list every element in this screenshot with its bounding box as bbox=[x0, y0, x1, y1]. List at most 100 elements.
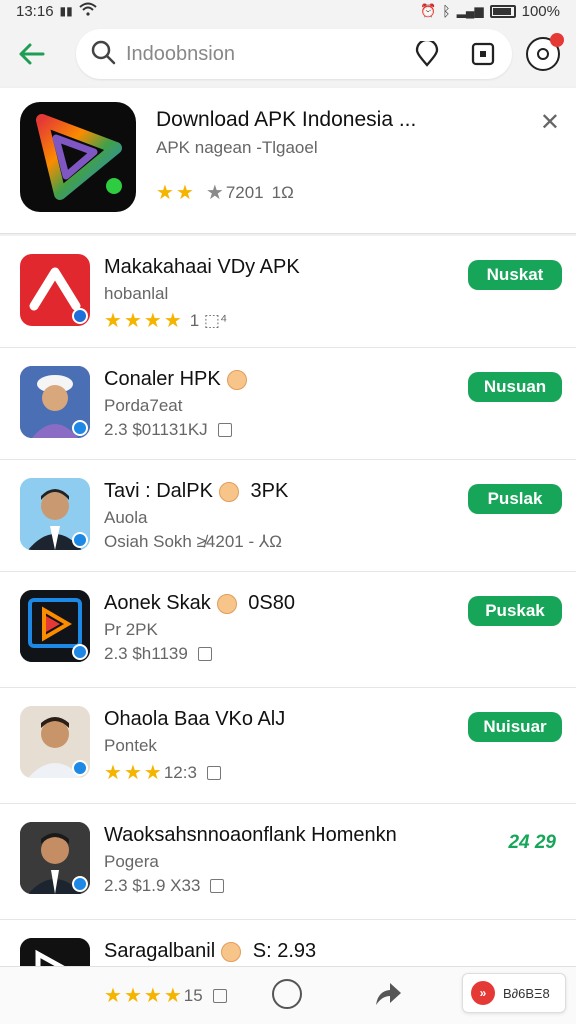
app-title: Waoksahsnnoaonflank Homenkn bbox=[104, 824, 397, 846]
app-meta-text: 1 ⬚⁴ bbox=[189, 310, 228, 330]
list-item[interactable]: Ohaola Baa VKo AlJ Pontek ★ ★ ★ 12:3 Nui… bbox=[0, 688, 576, 804]
notification-badge bbox=[550, 33, 564, 47]
verified-badge-icon bbox=[72, 420, 88, 436]
status-bar: 13:16 ▮▮ ⏰ ᛒ ▂▄▆ 100% bbox=[0, 0, 576, 22]
app-subtitle: Pogera bbox=[104, 852, 159, 871]
app-meta-text: 2.3 $h1139 bbox=[104, 644, 188, 663]
app-title: Aonek Skak 0S80 bbox=[104, 592, 295, 615]
star-icon: ★ bbox=[143, 762, 162, 784]
install-button[interactable]: Nuisuar bbox=[468, 712, 562, 742]
location-pin-icon[interactable] bbox=[412, 39, 442, 69]
star-icon: ★ bbox=[123, 762, 142, 784]
search-query[interactable]: Indoobnsion bbox=[126, 43, 386, 66]
app-subtitle: hobanlal bbox=[104, 284, 169, 303]
featured-app-title: Download APK Indonesia ... bbox=[156, 108, 417, 131]
verified-badge-icon bbox=[72, 308, 88, 324]
smiley-icon bbox=[221, 941, 242, 962]
app-meta-text: 12:3 bbox=[163, 762, 197, 782]
app-title: Ohaola Baa VKo AlJ bbox=[104, 708, 286, 730]
star-icon: ★ bbox=[163, 985, 182, 1007]
smiley-icon bbox=[226, 369, 247, 390]
box-icon bbox=[217, 423, 232, 437]
star-icon: ★ bbox=[143, 985, 162, 1007]
star-icon: ★ bbox=[104, 762, 122, 784]
app-icon bbox=[20, 478, 90, 550]
list-item[interactable]: Conaler HPK Porda7eat 2.3 $01131KJ Nusua… bbox=[0, 348, 576, 460]
box-icon bbox=[212, 988, 227, 1003]
featured-rating-text: 7201 bbox=[225, 182, 264, 202]
star-icon: ★ bbox=[175, 182, 194, 204]
qr-scan-icon[interactable] bbox=[468, 39, 498, 69]
star-icon: ★ bbox=[104, 985, 122, 1007]
app-icon bbox=[20, 822, 90, 894]
list-item[interactable]: Waoksahsnnoaonflank Homenkn Pogera 2.3 $… bbox=[0, 804, 576, 920]
app-meta-text: Osiah Sokh ≱4201 - ⅄Ω bbox=[104, 532, 282, 551]
close-icon[interactable]: ✕ bbox=[540, 108, 560, 137]
signal-icon: ▮▮ bbox=[59, 4, 73, 18]
featured-app-card[interactable]: Download APK Indonesia ... APK nagean -T… bbox=[0, 88, 576, 234]
verified-badge-icon bbox=[72, 644, 88, 660]
star-icon: ★ bbox=[143, 310, 162, 332]
install-button[interactable]: Puskak bbox=[468, 596, 562, 626]
price-label: 24 29 bbox=[508, 832, 556, 853]
app-meta: ★ ★ ★ ★ 1 ⬚⁴ bbox=[104, 308, 227, 333]
featured-rating-extra: 1Ω bbox=[271, 182, 294, 202]
verified-badge-icon bbox=[72, 760, 88, 776]
bottom-rating-text: 15 bbox=[183, 985, 203, 1005]
verified-badge-icon bbox=[72, 876, 88, 892]
app-title-extra: 0S80 bbox=[248, 592, 296, 614]
app-title: Makakahaai VDy APK bbox=[104, 256, 300, 278]
star-icon: ★ bbox=[156, 182, 174, 204]
star-icon: ★ bbox=[205, 182, 224, 204]
box-icon bbox=[210, 879, 225, 893]
featured-app-icon bbox=[20, 102, 136, 212]
app-title-extra: 3PK bbox=[250, 480, 289, 502]
featured-app-rating: ★ ★ ★ 7201 1Ω bbox=[156, 180, 294, 205]
star-icon: ★ bbox=[104, 310, 122, 332]
search-input[interactable]: Indoobnsion bbox=[76, 29, 512, 79]
promo-pill[interactable]: » B∂6BΞ8 bbox=[462, 973, 566, 1013]
app-title-extra: S: 2.93 bbox=[252, 940, 317, 962]
app-icon bbox=[20, 590, 90, 662]
smiley-icon bbox=[218, 481, 239, 502]
box-icon bbox=[206, 765, 221, 780]
app-subtitle: Pontek bbox=[104, 736, 157, 755]
app-icon bbox=[20, 706, 90, 778]
app-meta-text: 2.3 $1.9 X33 bbox=[104, 876, 201, 895]
battery-icon bbox=[489, 4, 516, 18]
app-meta: Osiah Sokh ≱4201 - ⅄Ω bbox=[104, 532, 282, 552]
verified-badge-icon bbox=[72, 532, 88, 548]
install-button[interactable]: Nusuan bbox=[468, 372, 562, 402]
app-title-text: Conaler HPK bbox=[104, 368, 221, 390]
back-arrow-icon[interactable] bbox=[12, 34, 52, 74]
app-title-text: Tavi : DalPK bbox=[104, 480, 213, 502]
notifications-icon[interactable] bbox=[526, 33, 564, 71]
wifi-icon bbox=[79, 2, 97, 20]
app-title-text: Aonek Skak bbox=[104, 592, 211, 614]
app-meta: 2.3 $1.9 X33 bbox=[104, 876, 225, 896]
share-arrow-icon[interactable] bbox=[374, 981, 402, 1012]
app-subtitle: Pr 2PK bbox=[104, 620, 158, 639]
list-item[interactable]: Aonek Skak 0S80 Pr 2PK 2.3 $h1139 Puskak bbox=[0, 572, 576, 688]
promo-label: B∂6BΞ8 bbox=[503, 985, 550, 1001]
smiley-icon bbox=[216, 593, 237, 614]
app-meta: 2.3 $h1139 bbox=[104, 644, 212, 664]
app-meta-text: 2.3 $01131KJ bbox=[104, 420, 208, 439]
install-button[interactable]: Puslak bbox=[468, 484, 562, 514]
app-icon bbox=[20, 366, 90, 438]
home-button[interactable] bbox=[272, 979, 302, 1009]
app-meta: ★ ★ ★ 12:3 bbox=[104, 760, 221, 785]
list-item[interactable]: Makakahaai VDy APK hobanlal ★ ★ ★ ★ 1 ⬚⁴… bbox=[0, 236, 576, 348]
star-icon: ★ bbox=[123, 310, 142, 332]
bottom-nav: ★ ★ ★ ★ 15 » B∂6BΞ8 bbox=[0, 966, 576, 1024]
search-icon bbox=[90, 39, 116, 70]
bluetooth-icon: ᛒ bbox=[442, 3, 451, 19]
battery-percent: 100% bbox=[521, 2, 560, 20]
status-time: 13:16 bbox=[16, 2, 54, 20]
install-button[interactable]: Nuskat bbox=[468, 260, 562, 290]
bottom-rating: ★ ★ ★ ★ 15 bbox=[104, 983, 227, 1008]
app-subtitle: Auola bbox=[104, 508, 148, 527]
list-item[interactable]: Tavi : DalPK 3PK Auola Osiah Sokh ≱4201 … bbox=[0, 460, 576, 572]
featured-app-subtitle: APK nagean -Tlgaoel bbox=[156, 138, 318, 157]
search-header: Indoobnsion bbox=[0, 22, 576, 86]
